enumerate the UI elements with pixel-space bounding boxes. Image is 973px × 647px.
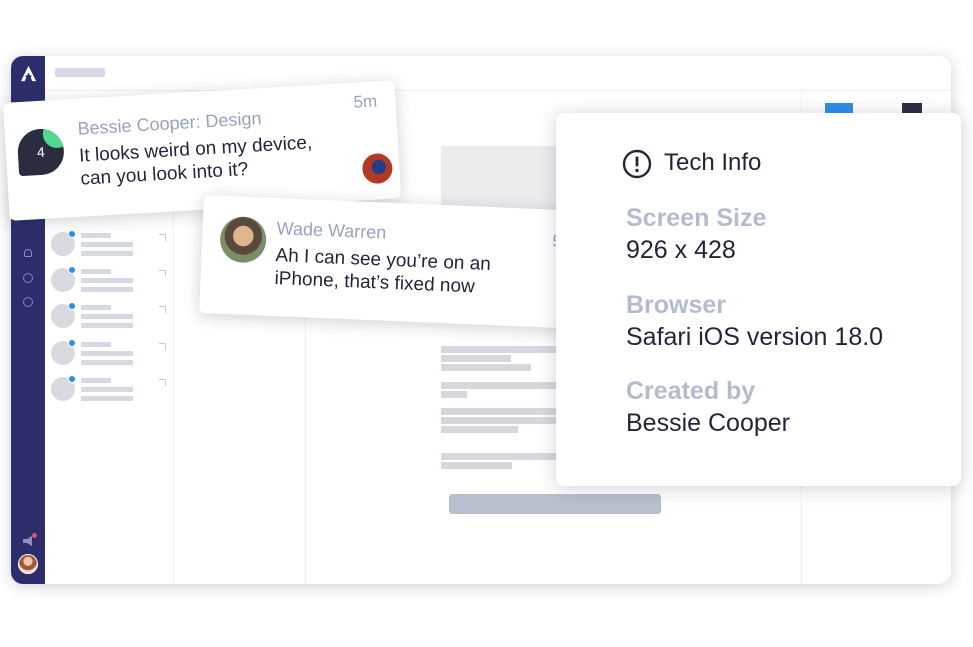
- notification-card[interactable]: Wade Warren 5m Ah I can see you’re on an…: [199, 195, 599, 330]
- field-label: Created by: [626, 377, 756, 405]
- text-placeholder: [441, 408, 556, 415]
- text-placeholder: [81, 396, 133, 401]
- list-item[interactable]: [51, 230, 171, 260]
- help-icon[interactable]: [23, 297, 33, 307]
- field-value: 926 x 428: [626, 236, 736, 264]
- unread-dot: [68, 339, 76, 347]
- badge-progress-arc: [42, 127, 66, 149]
- text-placeholder: [441, 417, 556, 424]
- text-placeholder: [81, 287, 133, 292]
- info-icon: [622, 149, 652, 179]
- text-placeholder: [81, 378, 111, 383]
- text-placeholder: [81, 387, 133, 392]
- action-button-placeholder[interactable]: [449, 494, 661, 514]
- avatar: [219, 215, 268, 264]
- text-placeholder: [441, 382, 556, 389]
- text-placeholder: [81, 360, 133, 365]
- text-placeholder: [81, 269, 111, 274]
- topbar-title-placeholder: [55, 68, 105, 77]
- tech-info-panel: Tech Info Screen Size 926 x 428 Browser …: [556, 113, 961, 486]
- notification-card[interactable]: 4 Bessie Cooper: Design 5m It looks weir…: [3, 80, 402, 221]
- header-divider: [45, 90, 951, 91]
- notification-author: Wade Warren: [276, 218, 387, 243]
- forward-icon: [159, 270, 166, 277]
- field-label: Screen Size: [626, 204, 767, 232]
- secondary-button-placeholder[interactable]: [902, 103, 922, 113]
- text-placeholder: [81, 305, 111, 310]
- text-placeholder: [441, 462, 512, 469]
- unread-count-badge: 4: [16, 127, 66, 177]
- text-placeholder: [441, 346, 556, 353]
- field-label: Browser: [626, 291, 727, 319]
- text-placeholder: [441, 391, 467, 398]
- panel-title: Tech Info: [664, 149, 762, 176]
- text-placeholder: [441, 355, 511, 362]
- primary-button-placeholder[interactable]: [825, 103, 853, 113]
- users-icon[interactable]: [24, 249, 32, 257]
- text-placeholder: [81, 323, 133, 328]
- text-placeholder: [81, 278, 133, 283]
- notification-time: 5m: [352, 91, 378, 112]
- text-placeholder: [81, 342, 111, 347]
- text-placeholder: [81, 314, 133, 319]
- text-placeholder: [441, 426, 518, 433]
- text-placeholder: [81, 351, 133, 356]
- field-value: Safari iOS version 18.0: [626, 323, 884, 351]
- forward-icon: [159, 343, 166, 350]
- forward-icon: [159, 234, 166, 241]
- text-placeholder: [441, 364, 531, 371]
- unread-dot: [68, 302, 76, 310]
- field-value: Bessie Cooper: [626, 409, 790, 437]
- list-item[interactable]: [51, 339, 171, 369]
- list-item[interactable]: [51, 266, 171, 296]
- list-item[interactable]: [51, 302, 171, 332]
- badge-count: 4: [36, 143, 46, 161]
- text-placeholder: [81, 233, 111, 238]
- billing-icon[interactable]: [23, 273, 33, 283]
- unread-dot: [68, 266, 76, 274]
- logo-icon[interactable]: [19, 64, 38, 83]
- user-avatar[interactable]: [18, 554, 38, 574]
- text-placeholder: [81, 251, 133, 256]
- list-item[interactable]: [51, 375, 171, 405]
- unread-dot: [68, 375, 76, 383]
- avatar: [361, 152, 394, 185]
- unread-dot: [68, 230, 76, 238]
- text-placeholder: [441, 453, 556, 460]
- notification-dot: [32, 533, 37, 538]
- forward-icon: [159, 379, 166, 386]
- forward-icon: [159, 306, 166, 313]
- text-placeholder: [81, 242, 133, 247]
